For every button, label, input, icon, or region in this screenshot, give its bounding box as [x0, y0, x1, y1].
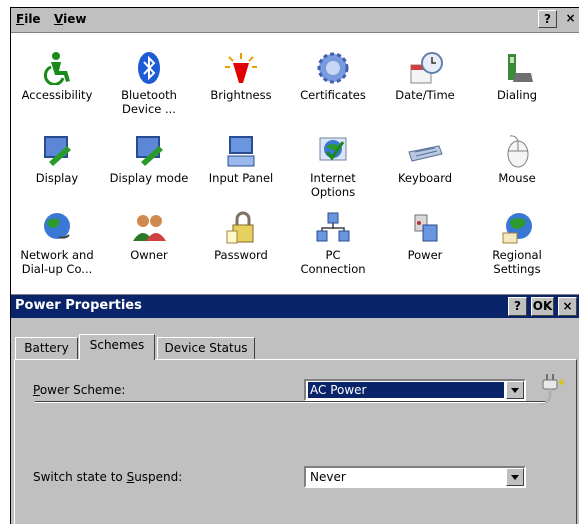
cp-item-owner[interactable]: Owner	[103, 211, 195, 262]
cp-item-brightness[interactable]: Brightness	[195, 51, 287, 102]
cp-label: Keyboard	[397, 171, 453, 185]
cp-label: Password	[214, 248, 268, 262]
cp-item-regional-settings[interactable]: Regional Settings	[471, 211, 563, 276]
password-icon	[221, 211, 261, 245]
regional-settings-icon	[497, 211, 537, 245]
cp-item-internet-options[interactable]: Internet Options	[287, 134, 379, 199]
chevron-down-icon[interactable]	[506, 381, 524, 399]
close-button[interactable]: ×	[561, 10, 579, 28]
cp-label: Display mode	[109, 171, 189, 185]
suspend-label: Switch state to Suspend:	[33, 470, 183, 484]
cp-item-accessibility[interactable]: Accessibility	[11, 51, 103, 102]
cp-item-certificates[interactable]: Certificates	[287, 51, 379, 102]
power-scheme-select[interactable]: AC Power	[304, 379, 526, 401]
menu-file[interactable]: File	[16, 12, 41, 26]
cp-item-mouse[interactable]: Mouse	[471, 134, 563, 185]
control-panel-items: Accessibility Bluetooth Device ... Brigh…	[11, 33, 579, 294]
help-button[interactable]: ?	[538, 10, 557, 28]
cp-label: Regional Settings	[492, 248, 542, 276]
accessibility-icon	[37, 51, 77, 86]
cp-label: Accessibility	[21, 88, 93, 102]
owner-icon	[129, 211, 169, 245]
cp-item-dialing[interactable]: Dialing	[471, 51, 563, 102]
display-mode-icon	[129, 134, 169, 168]
cp-label: Network and Dial-up Co...	[20, 248, 94, 276]
cp-label: Brightness	[210, 88, 272, 102]
cp-item-display-mode[interactable]: Display mode	[103, 134, 195, 185]
cp-label: Internet Options	[310, 171, 356, 199]
dialog-ok-button[interactable]: OK	[531, 297, 554, 316]
cp-label: Bluetooth Device ...	[121, 88, 177, 116]
bluetooth-icon	[129, 51, 169, 85]
power-icon	[405, 211, 445, 245]
network-icon	[37, 211, 77, 245]
pc-connection-icon	[313, 211, 353, 245]
cp-label: PC Connection	[300, 248, 366, 276]
cp-item-network[interactable]: Network and Dial-up Co...	[11, 211, 103, 276]
power-scheme-label: Power Scheme:	[33, 383, 126, 397]
tab-device-status[interactable]: Device Status	[157, 337, 255, 359]
cp-label: Dialing	[496, 88, 538, 102]
cp-label: Display	[35, 171, 79, 185]
suspend-select[interactable]: Never	[304, 466, 526, 488]
cp-item-keyboard[interactable]: Keyboard	[379, 134, 471, 185]
dialog-title-bar: Power Properties ? OK ×	[11, 295, 579, 318]
divider	[35, 401, 545, 403]
dialog-title: Power Properties	[15, 298, 142, 313]
cp-label: Mouse	[498, 171, 536, 185]
internet-options-icon	[313, 134, 353, 168]
dialog-help-button[interactable]: ?	[508, 297, 527, 316]
menu-view[interactable]: View	[54, 12, 86, 26]
cp-label: Date/Time	[395, 88, 455, 102]
certificates-icon	[313, 51, 353, 85]
input-panel-icon	[221, 134, 261, 168]
tab-schemes[interactable]: Schemes	[79, 334, 155, 360]
keyboard-icon	[405, 134, 445, 168]
cp-item-input-panel[interactable]: Input Panel	[195, 134, 287, 185]
power-plug-icon	[533, 370, 567, 411]
cp-item-pc-connection[interactable]: PC Connection	[287, 211, 379, 276]
menu-bar: File View ? ×	[11, 8, 579, 33]
mouse-icon	[497, 134, 537, 168]
power-scheme-value: AC Power	[307, 381, 505, 399]
chevron-down-icon[interactable]	[506, 468, 524, 486]
cp-label: Certificates	[300, 88, 366, 102]
display-icon	[37, 134, 77, 168]
cp-item-power[interactable]: Power	[379, 211, 471, 262]
cp-label: Power	[407, 248, 443, 262]
cp-item-date-time[interactable]: Date/Time	[379, 51, 471, 102]
date-time-icon	[405, 51, 445, 85]
screen: File View ? × Accessibility Bluetooth De…	[10, 7, 579, 524]
dialog-close-button[interactable]: ×	[558, 297, 577, 316]
cp-label: Input Panel	[208, 171, 274, 185]
brightness-icon	[221, 51, 261, 85]
power-properties-dialog: Power Properties ? OK × Battery Schemes …	[11, 294, 579, 524]
schemes-panel: Power Scheme: AC Power Switch state to S…	[14, 359, 577, 524]
cp-label: Owner	[130, 248, 168, 262]
cp-item-password[interactable]: Password	[195, 211, 287, 262]
dialing-icon	[497, 51, 537, 85]
cp-item-bluetooth[interactable]: Bluetooth Device ...	[103, 51, 195, 116]
tab-battery[interactable]: Battery	[15, 337, 78, 359]
cp-item-display[interactable]: Display	[11, 134, 103, 185]
suspend-value: Never	[310, 470, 346, 484]
